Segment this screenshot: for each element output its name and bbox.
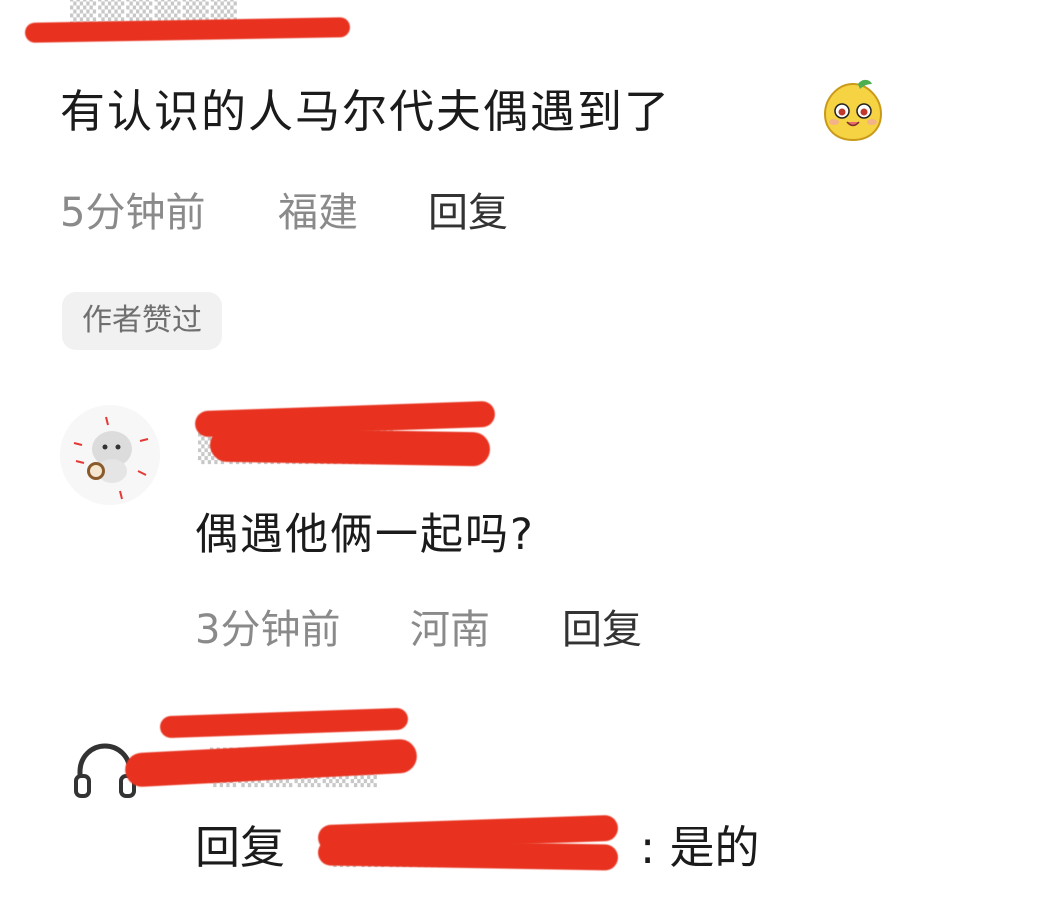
redaction-mark-reply-one-b	[209, 427, 491, 467]
comment-text: 有认识的人马尔代夫偶遇到了	[60, 85, 672, 138]
smiling-face-emoji-icon	[823, 79, 883, 142]
comment-time: 5分钟前	[60, 190, 206, 236]
reply-one-location: 河南	[410, 607, 490, 653]
reply-one-avatar[interactable]	[60, 405, 160, 505]
reply-one-time: 3分钟前	[195, 607, 341, 653]
reply-two-prefix[interactable]: 回复	[195, 818, 285, 878]
comment-reply-button[interactable]: 回复	[428, 188, 508, 238]
cartoon-avatar-icon	[60, 405, 160, 505]
reply-one-text: 偶遇他俩一起吗?	[195, 510, 535, 560]
redaction-mark-top	[24, 17, 351, 43]
redaction-mark-mention-b	[317, 839, 619, 871]
comment-location: 福建	[278, 190, 358, 236]
reply-one-reply-button[interactable]: 回复	[562, 605, 642, 655]
author-liked-badge: 作者赞过	[62, 292, 222, 350]
reply-two-text: : 是的	[640, 821, 760, 874]
redaction-mark-reply-two-a	[159, 707, 409, 739]
